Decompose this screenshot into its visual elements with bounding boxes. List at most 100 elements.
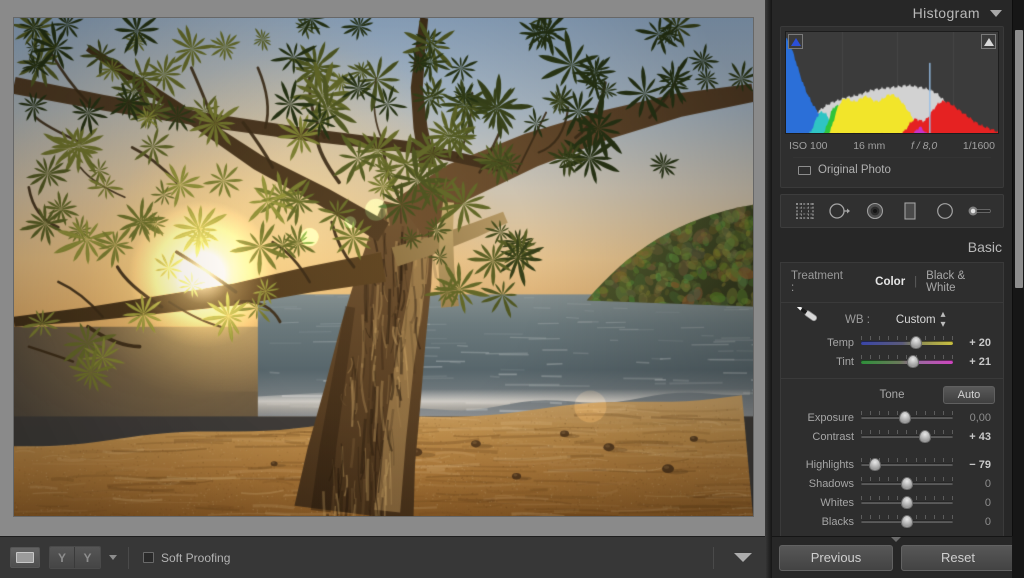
slider-track-contrast[interactable] — [861, 427, 953, 446]
view-mode-group: Y Y — [0, 546, 117, 569]
slider-knob-highlights[interactable] — [869, 458, 881, 471]
slider-line — [861, 341, 953, 345]
before-after-left-icon[interactable]: Y — [50, 547, 75, 568]
before-after-right-icon[interactable]: Y — [75, 547, 100, 568]
slider-tick — [897, 477, 898, 481]
soft-proofing-checkbox[interactable] — [143, 552, 154, 563]
slider-tick — [879, 430, 880, 434]
slider-knob-shadows[interactable] — [901, 477, 913, 490]
chevron-down-icon[interactable] — [990, 10, 1002, 17]
slider-track-whites[interactable] — [861, 493, 953, 512]
toolbar-toggle-icon[interactable] — [734, 553, 752, 562]
slider-track-exposure[interactable] — [861, 408, 953, 427]
slider-tick — [870, 355, 871, 359]
slider-tick — [897, 430, 898, 434]
eyedropper-icon[interactable] — [789, 307, 823, 333]
adjustment-brush-icon[interactable] — [967, 199, 993, 223]
slider-tick — [925, 336, 926, 340]
white-balance-block: WB : Custom ▴ ▾ Temp + 20 Tint + 21 — [781, 303, 1003, 378]
slider-track-shadows[interactable] — [861, 474, 953, 493]
crop-icon[interactable] — [792, 199, 818, 223]
slider-knob-exposure[interactable] — [899, 411, 911, 424]
slider-track-blacks[interactable] — [861, 512, 953, 531]
slider-tick — [916, 458, 917, 462]
exif-metadata-row: ISO 100 16 mm f / 8,0 1/1600 — [785, 134, 999, 157]
histogram-block: ISO 100 16 mm f / 8,0 1/1600 Original Ph… — [780, 26, 1004, 188]
image-canvas-area[interactable] — [0, 0, 765, 536]
basic-panel-header[interactable]: Basic — [772, 232, 1012, 262]
slider-track-temp[interactable] — [861, 333, 953, 352]
panel-footer-nub-icon[interactable] — [891, 537, 901, 542]
before-after-caret-icon[interactable] — [109, 555, 117, 560]
slider-tick — [879, 336, 880, 340]
slider-highlights[interactable]: Highlights − 79 — [789, 455, 995, 474]
slider-tick — [888, 515, 889, 519]
slider-track-highlights[interactable] — [861, 455, 953, 474]
slider-tick — [934, 411, 935, 415]
graduated-filter-icon[interactable] — [897, 199, 923, 223]
lightroom-develop-window: Y Y Soft Proofing Histogram ISO 100 16 m… — [0, 0, 1024, 578]
slider-tick — [897, 458, 898, 462]
auto-tone-button[interactable]: Auto — [943, 386, 995, 404]
slider-whites[interactable]: Whites 0 — [789, 493, 995, 512]
right-panel-scrollbar[interactable] — [1012, 0, 1024, 536]
loupe-view-icon[interactable] — [10, 547, 40, 568]
slider-tick — [897, 355, 898, 359]
photo-preview[interactable] — [14, 18, 753, 516]
slider-tick — [870, 336, 871, 340]
spot-removal-icon[interactable] — [827, 199, 853, 223]
slider-tick — [870, 496, 871, 500]
slider-tick — [888, 496, 889, 500]
wb-value[interactable]: Custom — [896, 314, 936, 326]
slider-tick — [888, 430, 889, 434]
treatment-color-option[interactable]: Color — [875, 276, 905, 288]
slider-track-tint[interactable] — [861, 352, 953, 371]
slider-label-shadows: Shadows — [789, 478, 861, 490]
highlight-clipping-triangle-icon — [984, 38, 994, 46]
treatment-row: Treatment : Color | Black & White — [781, 263, 1003, 302]
original-photo-row[interactable]: Original Photo — [793, 157, 991, 183]
scrollbar-thumb[interactable] — [1015, 30, 1023, 288]
slider-blacks[interactable]: Blacks 0 — [789, 512, 995, 531]
soft-proofing-toggle[interactable]: Soft Proofing — [143, 551, 230, 565]
slider-tick — [879, 411, 880, 415]
slider-tick — [861, 336, 862, 340]
before-after-view-group[interactable]: Y Y — [49, 546, 101, 569]
panel-footer-right-edge — [1012, 536, 1024, 578]
slider-knob-tint[interactable] — [907, 355, 919, 368]
highlight-clipping-indicator[interactable] — [981, 34, 996, 49]
slider-tick — [925, 458, 926, 462]
histogram-title: Histogram — [913, 5, 980, 21]
slider-knob-contrast[interactable] — [919, 430, 931, 443]
original-photo-icon — [798, 166, 811, 175]
slider-temp[interactable]: Temp + 20 — [789, 333, 995, 352]
radial-filter-icon[interactable] — [932, 199, 958, 223]
treatment-bw-option[interactable]: Black & White — [926, 270, 995, 294]
slider-tick — [952, 430, 953, 434]
slider-tint[interactable]: Tint + 21 — [789, 352, 995, 371]
slider-tick — [879, 355, 880, 359]
histogram-panel-header[interactable]: Histogram — [772, 0, 1012, 26]
slider-exposure[interactable]: Exposure 0,00 — [789, 408, 995, 427]
slider-knob-temp[interactable] — [910, 336, 922, 349]
previous-button[interactable]: Previous — [779, 545, 893, 571]
slider-knob-whites[interactable] — [901, 496, 913, 509]
slider-tick — [943, 336, 944, 340]
slider-shadows[interactable]: Shadows 0 — [789, 474, 995, 493]
slider-tick — [861, 355, 862, 359]
histogram-chart[interactable] — [785, 31, 999, 134]
slider-tick — [861, 430, 862, 434]
shadow-clipping-indicator[interactable] — [788, 34, 803, 49]
exif-aperture: f / 8,0 — [911, 140, 937, 152]
bottom-toolbar: Y Y Soft Proofing — [0, 536, 765, 578]
slider-label-tint: Tint — [789, 356, 861, 368]
reset-button[interactable]: Reset — [901, 545, 1015, 571]
slider-tick — [916, 411, 917, 415]
red-eye-icon[interactable] — [862, 199, 888, 223]
panel-splitter[interactable] — [765, 0, 772, 578]
slider-value-contrast: + 43 — [953, 431, 995, 443]
slider-contrast[interactable]: Contrast + 43 — [789, 427, 995, 446]
up-down-stepper-icon[interactable]: ▴ ▾ — [941, 310, 946, 330]
slider-tick — [943, 496, 944, 500]
slider-knob-blacks[interactable] — [901, 515, 913, 528]
